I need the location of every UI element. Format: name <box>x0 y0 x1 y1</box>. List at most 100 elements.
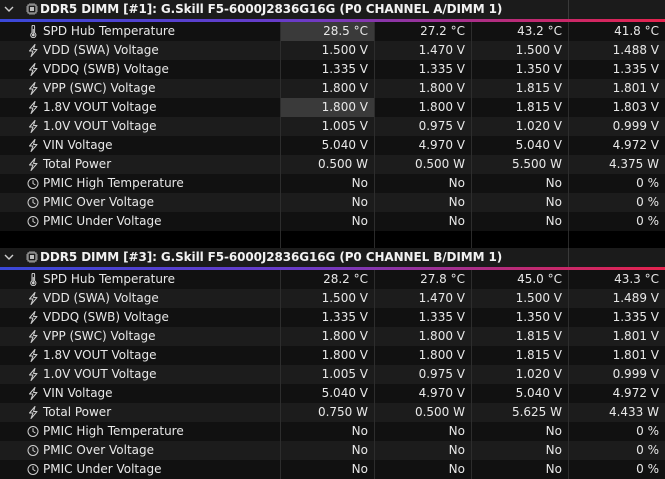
average-value: 0 % <box>636 462 659 476</box>
minimum-value: 1.335 V <box>418 310 465 324</box>
current-value: No <box>351 176 368 190</box>
average-value: 0 % <box>636 195 659 209</box>
average-value: 0 % <box>636 176 659 190</box>
lightning-icon <box>27 406 39 419</box>
sensor-row[interactable]: 1.8V VOUT Voltage 1.800 V 1.800 V 1.815 V 1.… <box>0 346 665 365</box>
sensor-row[interactable]: 1.0V VOUT Voltage 1.005 V 0.975 V 1.020 V 0.… <box>0 117 665 136</box>
sensor-row[interactable]: VIN Voltage 5.040 V 4.970 V 5.040 V 4.972 V <box>0 136 665 155</box>
lightning-icon <box>27 63 39 76</box>
maximum-value: No <box>545 424 562 438</box>
sensor-label: Total Power <box>43 405 112 419</box>
average-value: 1.801 V <box>612 348 659 362</box>
minimum-value: 0.975 V <box>418 119 465 133</box>
current-value: No <box>351 424 368 438</box>
sensor-row[interactable]: SPD Hub Temperature 28.5 °C 27.2 °C 43.2 °C… <box>0 22 665 41</box>
sensor-row[interactable]: PMIC Over Voltage No No No 0 % <box>0 193 665 212</box>
current-value: 1.800 V <box>321 329 368 343</box>
sensor-label: PMIC Over Voltage <box>43 443 155 457</box>
sensor-row[interactable]: VDD (SWA) Voltage 1.500 V 1.470 V 1.500 V 1.… <box>0 41 665 60</box>
lightning-icon <box>27 387 39 400</box>
average-value: 1.335 V <box>612 62 659 76</box>
maximum-value: 45.0 °C <box>517 272 562 286</box>
average-value: 4.972 V <box>612 138 659 152</box>
average-value: 4.433 W <box>608 405 659 419</box>
sensor-row[interactable]: PMIC High Temperature No No No 0 % <box>0 422 665 441</box>
sensor-group-dimm3: DDR5 DIMM [#3]: G.Skill F5-6000J2836G16G… <box>0 248 665 479</box>
sensor-row[interactable]: PMIC High Temperature No No No 0 % <box>0 174 665 193</box>
lightning-icon <box>27 82 39 95</box>
minimum-value: 27.8 °C <box>420 272 465 286</box>
sensor-row[interactable]: Total Power 0.500 W 0.500 W 5.500 W 4.375 W <box>0 155 665 174</box>
sensor-label: 1.8V VOUT Voltage <box>43 348 157 362</box>
current-value: No <box>351 443 368 457</box>
chevron-down-icon[interactable] <box>4 252 14 262</box>
minimum-value: 27.2 °C <box>420 24 465 38</box>
average-value: 1.801 V <box>612 81 659 95</box>
lightning-icon <box>27 311 39 324</box>
group-header[interactable]: DDR5 DIMM [#3]: G.Skill F5-6000J2836G16G… <box>0 248 665 267</box>
maximum-value: No <box>545 176 562 190</box>
sensor-label: 1.0V VOUT Voltage <box>43 119 157 133</box>
average-value: 0 % <box>636 214 659 228</box>
lightning-icon <box>27 120 39 133</box>
average-value: 0.999 V <box>612 367 659 381</box>
maximum-value: 5.040 V <box>515 138 562 152</box>
maximum-value: No <box>545 214 562 228</box>
sensor-row[interactable]: PMIC Under Voltage No No No 0 % <box>0 212 665 231</box>
current-value: 1.005 V <box>321 367 368 381</box>
current-value: 1.500 V <box>321 43 368 57</box>
current-value: 5.040 V <box>321 138 368 152</box>
current-value: 0.750 W <box>317 405 368 419</box>
sensor-row[interactable]: SPD Hub Temperature 28.2 °C 27.8 °C 45.0 °C… <box>0 270 665 289</box>
maximum-value: 5.040 V <box>515 386 562 400</box>
sensor-row[interactable]: VDDQ (SWB) Voltage 1.335 V 1.335 V 1.350 V 1… <box>0 308 665 327</box>
sensor-row[interactable]: PMIC Over Voltage No No No 0 % <box>0 441 665 460</box>
sensor-row[interactable]: VPP (SWC) Voltage 1.800 V 1.800 V 1.815 V 1.… <box>0 327 665 346</box>
sensor-label: PMIC Under Voltage <box>43 214 162 228</box>
lightning-icon <box>27 368 39 381</box>
memory-chip-icon <box>26 251 38 263</box>
minimum-value: 1.800 V <box>418 100 465 114</box>
sensor-label: VDD (SWA) Voltage <box>43 43 159 57</box>
sensor-label: 1.0V VOUT Voltage <box>43 367 157 381</box>
sensor-row[interactable]: 1.0V VOUT Voltage 1.005 V 0.975 V 1.020 V 0.… <box>0 365 665 384</box>
lightning-icon <box>27 292 39 305</box>
sensor-row[interactable]: VPP (SWC) Voltage 1.800 V 1.800 V 1.815 V 1.… <box>0 79 665 98</box>
lightning-icon <box>27 44 39 57</box>
lightning-icon <box>27 139 39 152</box>
sensor-row[interactable]: Total Power 0.750 W 0.500 W 5.625 W 4.433 W <box>0 403 665 422</box>
minimum-value: 4.970 V <box>418 138 465 152</box>
maximum-value: 43.2 °C <box>517 24 562 38</box>
maximum-value: 1.020 V <box>515 367 562 381</box>
clock-icon <box>27 196 39 209</box>
current-value: 5.040 V <box>321 386 368 400</box>
sensor-label: PMIC High Temperature <box>43 176 184 190</box>
current-value: 1.800 V <box>321 81 368 95</box>
sensor-row[interactable]: VIN Voltage 5.040 V 4.970 V 5.040 V 4.972 V <box>0 384 665 403</box>
sensor-group-dimm1: DDR5 DIMM [#1]: G.Skill F5-6000J2836G16G… <box>0 0 665 231</box>
average-value: 1.803 V <box>612 100 659 114</box>
minimum-value: 4.970 V <box>418 386 465 400</box>
sensor-row[interactable]: VDD (SWA) Voltage 1.500 V 1.470 V 1.500 V 1.… <box>0 289 665 308</box>
group-header[interactable]: DDR5 DIMM [#1]: G.Skill F5-6000J2836G16G… <box>0 0 665 19</box>
clock-icon <box>27 177 39 190</box>
maximum-value: 1.815 V <box>515 100 562 114</box>
sensor-label: 1.8V VOUT Voltage <box>43 100 157 114</box>
maximum-value: 1.500 V <box>515 291 562 305</box>
sensor-row[interactable]: PMIC Under Voltage No No No 0 % <box>0 460 665 479</box>
chevron-down-icon[interactable] <box>4 4 14 14</box>
minimum-value: 1.335 V <box>418 62 465 76</box>
sensor-row[interactable]: 1.8V VOUT Voltage 1.800 V 1.800 V 1.815 V 1.… <box>0 98 665 117</box>
minimum-value: 1.470 V <box>418 291 465 305</box>
average-value: 0.999 V <box>612 119 659 133</box>
sensor-row[interactable]: VDDQ (SWB) Voltage 1.335 V 1.335 V 1.350 V 1… <box>0 60 665 79</box>
average-value: 1.801 V <box>612 329 659 343</box>
sensor-rows: SPD Hub Temperature 28.5 °C 27.2 °C 43.2 °C… <box>0 22 665 231</box>
sensor-label: VIN Voltage <box>43 138 113 152</box>
group-title: DDR5 DIMM [#1]: G.Skill F5-6000J2836G16G… <box>40 2 503 16</box>
clock-icon <box>27 444 39 457</box>
minimum-value: 0.500 W <box>414 157 465 171</box>
maximum-value: 5.625 W <box>511 405 562 419</box>
thermometer-icon <box>27 272 39 287</box>
clock-icon <box>27 425 39 438</box>
